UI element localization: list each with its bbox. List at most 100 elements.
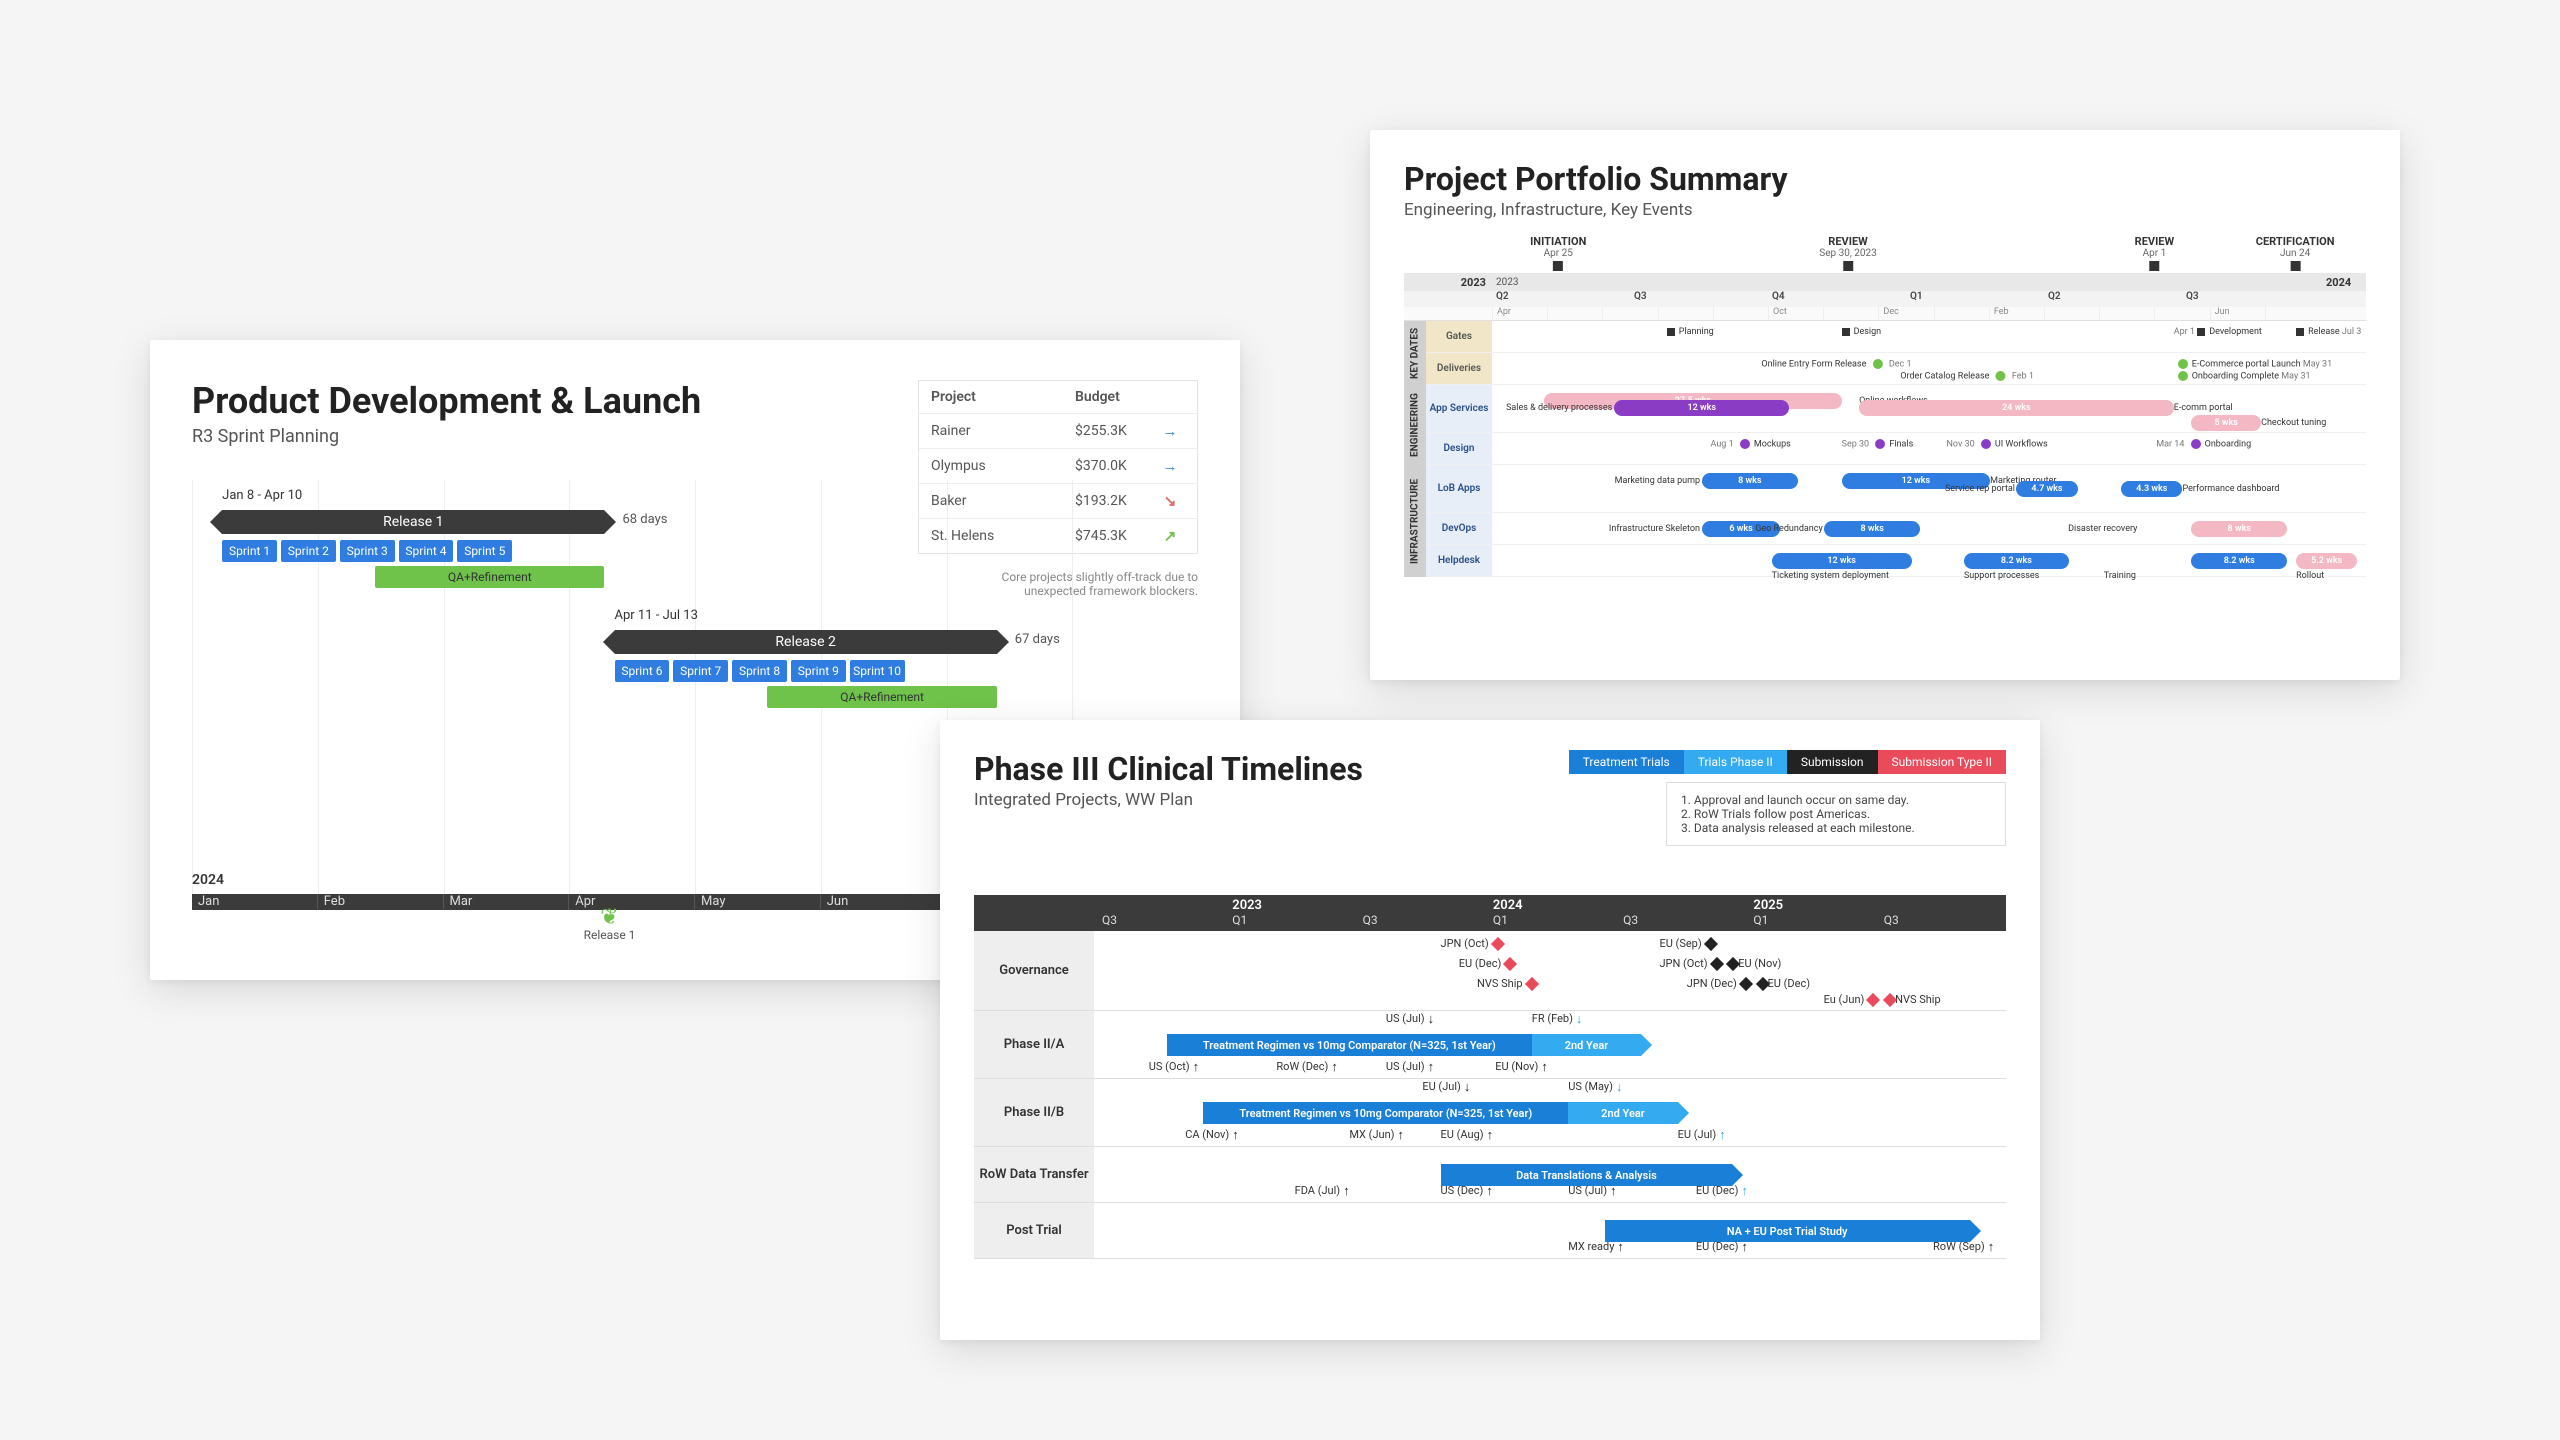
timeline-event: Eu (Jun) NVS Ship [1824, 993, 1941, 1006]
timeline-event: JPN (Dec) EU (Dec) [1687, 977, 1810, 990]
diamond-icon [1525, 977, 1539, 991]
gate-item: Release Jul 3 [2296, 327, 2361, 337]
diamond-icon [1503, 957, 1517, 971]
timeline-event: EU (Jul)↑ [1678, 1127, 1726, 1143]
diamond-icon [1843, 261, 1853, 271]
duration-bar: 8.2 wks [2191, 553, 2287, 569]
pf-row: Gates PlanningDesignApr 1 DevelopmentRel… [1426, 321, 2366, 353]
diamond-icon [2290, 261, 2300, 271]
arrow-icon: ↓ [1616, 1080, 1623, 1095]
clinical-card: Phase III Clinical Timelines Integrated … [940, 720, 2040, 1340]
budget-row: Rainer $255.3K → [919, 414, 1197, 449]
cl-row: Phase II/A Treatment Regimen vs 10mg Com… [974, 1011, 2006, 1079]
bar-note: Checkout tuning [2261, 418, 2326, 428]
legend-chip: Submission [1787, 750, 1878, 774]
diamond-icon [1883, 993, 1897, 1007]
sprint-chip: Sprint 2 [281, 540, 336, 562]
gate-item: Planning [1667, 327, 1714, 337]
section-tab: INFRASTRUCTURE [1404, 465, 1426, 577]
milestone-leaf-icon: ❦Release 1 [584, 908, 636, 942]
timeline-event: US (Oct)↑ [1149, 1059, 1199, 1075]
sprint-chip: Sprint 10 [850, 660, 905, 682]
cl-legend: Treatment TrialsTrials Phase IISubmissio… [1569, 750, 2006, 774]
release-block: Jan 8 - Apr 10 Release 168 days Sprint 1… [222, 510, 604, 588]
legend-chip: Trials Phase II [1684, 750, 1787, 774]
bar-note: Service rep portal [1945, 484, 2015, 494]
sprint-chip: Sprint 3 [340, 540, 395, 562]
trend-icon: → [1155, 422, 1185, 440]
bar-note: Training [2104, 571, 2136, 581]
trial-bar: Treatment Regimen vs 10mg Comparator (N=… [1203, 1102, 1568, 1124]
arrow-icon: ↑ [1486, 1184, 1493, 1199]
trial-bar-yr2: 2nd Year [1532, 1034, 1641, 1056]
diamond-icon [1866, 993, 1880, 1007]
cl-row: RoW Data Transfer Data Translations & An… [974, 1147, 2006, 1203]
timeline-event: EU (Nov)↑ [1495, 1059, 1548, 1075]
cl-quarter-header: Q32023Q1Q32024Q1Q32025Q1Q3 [974, 895, 2006, 931]
gate-item: Apr 1 Development [2174, 327, 2262, 337]
diamond-icon [1739, 977, 1753, 991]
timeline-event: FR (Feb)↓ [1532, 1011, 1583, 1027]
section-tab: KEY DATES [1404, 321, 1426, 385]
timeline-event: EU (Dec)↑ [1696, 1239, 1748, 1255]
arrow-icon: ↑ [1719, 1128, 1726, 1143]
timeline-event: JPN (Oct) EU (Nov) [1659, 957, 1781, 970]
cl-row: Governance JPN (Oct)EU (Dec)NVS ShipEU (… [974, 931, 2006, 1011]
pf-row: Helpdesk 12 wksTicketing system deployme… [1426, 545, 2366, 577]
legend-chip: Treatment Trials [1569, 750, 1684, 774]
timeline-event: EU (Aug)↑ [1441, 1127, 1494, 1143]
delivery-item: Mar 14 Onboarding [2156, 439, 2251, 449]
gate-item: Design [1842, 327, 1882, 337]
diamond-icon [1755, 977, 1769, 991]
sprint-chip: Sprint 6 [615, 660, 670, 682]
trial-bar: NA + EU Post Trial Study [1605, 1220, 1970, 1242]
arrow-icon: ↑ [1617, 1240, 1624, 1255]
bar-note: Rollout [2296, 571, 2324, 581]
pf-title: Project Portfolio Summary [1404, 160, 2366, 198]
cl-body: Q32023Q1Q32024Q1Q32025Q1Q3 Governance JP… [974, 895, 2006, 1310]
sprint-chip: Sprint 5 [457, 540, 512, 562]
sprint-chip: Sprint 1 [222, 540, 277, 562]
diamond-icon [1491, 937, 1505, 951]
pf-section: ENGINEERING App Services 27.5 wksOnline … [1404, 385, 2366, 465]
timeline-event: MX (Jun)↑ [1349, 1127, 1404, 1143]
delivery-item: E-Commerce portal Launch May 31 [2174, 359, 2332, 369]
timeline-event: RoW (Sep)↑ [1933, 1239, 1994, 1255]
pf-subtitle: Engineering, Infrastructure, Key Events [1404, 200, 2366, 220]
timeline-event: EU (Jul)↓ [1422, 1079, 1470, 1095]
duration-bar: 12 wks [1772, 553, 1912, 569]
trend-icon: → [1155, 457, 1185, 475]
arrow-icon: ↓ [1428, 1012, 1435, 1027]
timeline-event: EU (Dec)↑ [1696, 1183, 1748, 1199]
duration-bar: 5 wks [2191, 415, 2261, 431]
pf-row: LoB Apps 8 wksMarketing data pump12 wksM… [1426, 465, 2366, 513]
pf-section: KEY DATES Gates PlanningDesignApr 1 Deve… [1404, 321, 2366, 385]
cl-row: Phase II/B Treatment Regimen vs 10mg Com… [974, 1079, 2006, 1147]
arrow-icon: ↑ [1741, 1240, 1748, 1255]
bar-note: Disaster recovery [2068, 524, 2137, 534]
duration-bar: 4.3 wks [2121, 481, 2182, 497]
pf-row: App Services 27.5 wksOnline workflows12 … [1426, 385, 2366, 433]
arrow-icon: ↓ [1464, 1080, 1471, 1095]
release-bar: Release 168 days [222, 510, 604, 534]
sprint-chip: Sprint 8 [732, 660, 787, 682]
duration-bar: 24 wks [1859, 400, 2174, 416]
cl-row: Post Trial NA + EU Post Trial StudyMX re… [974, 1203, 2006, 1259]
pd-year: 2024 [192, 872, 224, 888]
timeline-event: US (Jul)↓ [1386, 1011, 1434, 1027]
portfolio-card: Project Portfolio Summary Engineering, I… [1370, 130, 2400, 680]
arrow-icon: ↑ [1331, 1060, 1338, 1075]
bar-note: Infrastructure Skeleton [1609, 524, 1700, 534]
section-tab: ENGINEERING [1404, 385, 1426, 465]
arrow-icon: ↑ [1193, 1060, 1200, 1075]
sprint-chip: Sprint 7 [673, 660, 728, 682]
gate-marker: REVIEWApr 1 [2135, 235, 2174, 271]
delivery-item: Nov 30 UI Workflows [1946, 439, 2047, 449]
arrow-icon: ↑ [1487, 1128, 1494, 1143]
arrow-icon: ↑ [1232, 1128, 1239, 1143]
diamond-icon [1553, 261, 1563, 271]
diamond-icon [1726, 957, 1740, 971]
timeline-event: RoW (Dec)↑ [1276, 1059, 1337, 1075]
delivery-item: Onboarding Complete May 31 [2174, 371, 2311, 381]
delivery-item: Order Catalog Release Feb 1 [1900, 371, 2034, 381]
